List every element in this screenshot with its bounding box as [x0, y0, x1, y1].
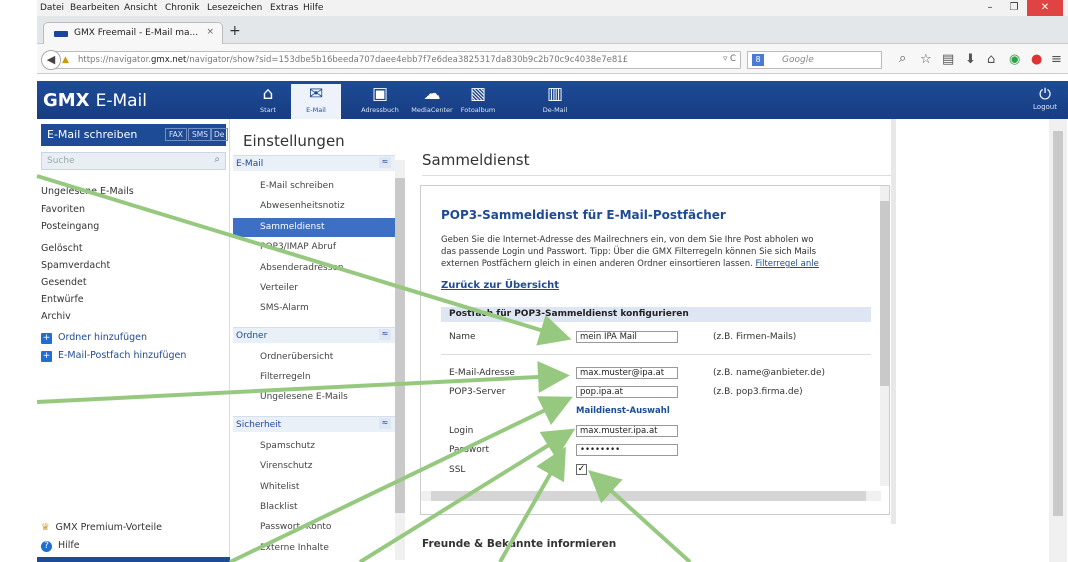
arrow-to-name [36, 174, 572, 346]
arrow-to-email [36, 361, 570, 404]
annotation-arrows [36, 174, 692, 562]
arrow-to-password [498, 446, 566, 562]
arrow-to-ssl [588, 469, 692, 562]
